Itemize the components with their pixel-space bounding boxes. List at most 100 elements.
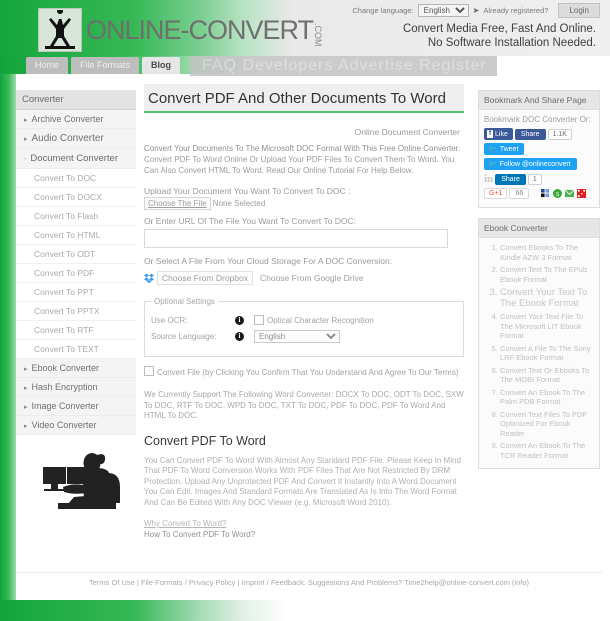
sidebar-subitem-convert-to-ppt[interactable]: Convert To PPT xyxy=(16,283,136,302)
tab-home[interactable]: Home xyxy=(26,57,69,74)
source-language-row: Source Language: i English xyxy=(151,330,457,343)
sidebar-item-video-converter[interactable]: ▸ Video Converter xyxy=(16,416,136,435)
minus-icon: - xyxy=(24,156,27,163)
facebook-like-button[interactable]: f Like xyxy=(484,128,513,140)
twitter-bird-icon: 🐦 xyxy=(488,146,497,153)
source-language-label: Source Language: xyxy=(151,332,217,341)
ocr-label: Use OCR: xyxy=(151,315,188,325)
help-links: Why Convert To Word? How To Convert PDF … xyxy=(144,518,464,540)
sidebar-item-document-converter[interactable]: - Document Converter xyxy=(16,149,136,169)
linkedin-row: in Share 1 xyxy=(484,173,594,185)
login-button[interactable]: Login xyxy=(558,3,600,18)
twitter-tweet-label: Tweet xyxy=(499,145,519,153)
twitter-tweet-button[interactable]: 🐦 Tweet xyxy=(484,143,525,155)
sidebar-item-label: Hash Encryption xyxy=(31,382,98,392)
language-select[interactable]: English xyxy=(417,4,469,17)
twitter-follow-button[interactable]: 🐦 Follow @onlineconvert xyxy=(484,158,577,170)
left-green-edge xyxy=(0,0,16,621)
linkedin-share-button[interactable]: Share xyxy=(495,173,526,185)
link-why-convert-to-word[interactable]: Why Convert To Word? xyxy=(144,518,464,529)
convert-file-label: Convert File (by Clicking You Confirm Th… xyxy=(157,368,459,377)
tagline-line-2: No Software Installation Needed. xyxy=(427,37,596,49)
sidebar-heading-converter: Converter xyxy=(16,90,136,110)
sidebar-item-label: Ebook Converter xyxy=(31,363,100,373)
page-title: Convert PDF And Other Documents To Word xyxy=(148,90,446,107)
url-input[interactable] xyxy=(144,229,448,248)
stumbleupon-icon[interactable]: S xyxy=(553,189,563,198)
list-item[interactable]: Convert Ebooks To The Kindle AZW 3 Forma… xyxy=(500,243,594,262)
go-arrow-icon[interactable]: ➤ xyxy=(473,6,480,15)
file-picker-row: Choose The File None Selected xyxy=(144,197,464,210)
twitter-follow-row: 🐦 Follow @onlineconvert xyxy=(484,158,594,170)
sidebar-subitem-convert-to-pptx[interactable]: Convert To PPTX xyxy=(16,302,136,321)
ocr-setting-row: Use OCR: i Optical Character Recognition xyxy=(151,315,457,325)
addthis-icon[interactable] xyxy=(541,189,550,198)
list-item[interactable]: Convert An Ebook To The TCR Reader Forma… xyxy=(500,441,594,460)
right-sidebar: Bookmark And Share Page Bookmark DOC Con… xyxy=(478,90,600,469)
chevron-right-icon: ▸ xyxy=(24,423,28,430)
misc-share-icons: S xyxy=(541,189,587,198)
logo-mark-icon xyxy=(38,8,82,52)
tagline-line-1: Convert Media Free, Fast And Online. xyxy=(402,23,596,35)
sidebar-item-hash-encryption[interactable]: ▸ Hash Encryption xyxy=(16,378,136,397)
sidebar-subitem-convert-to-flash[interactable]: Convert To Flash xyxy=(16,207,136,226)
twitter-follow-label: Follow @onlineconvert xyxy=(499,160,571,168)
sidebar-subitem-convert-to-pdf[interactable]: Convert To PDF xyxy=(16,264,136,283)
sidebar-item-label: Image Converter xyxy=(31,401,99,411)
page-title-band: Convert PDF And Other Documents To Word xyxy=(144,84,464,113)
sidebar-subitem-convert-to-html[interactable]: Convert To HTML xyxy=(16,226,136,245)
source-language-select[interactable]: English xyxy=(254,330,340,343)
choose-from-google-drive-button[interactable]: Choose From Google Drive xyxy=(256,272,367,284)
left-sidebar: Converter ▸ Archive Converter ▸ Audio Conv… xyxy=(16,90,136,517)
qr-code-icon[interactable] xyxy=(577,189,587,198)
site-logo[interactable]: ONLINE-CONVERT .COM xyxy=(38,8,323,52)
facebook-row: f Like Share 1.1K xyxy=(484,128,594,140)
convert-file-checkbox[interactable] xyxy=(144,366,154,376)
sidebar-subitem-convert-to-docx[interactable]: Convert To DOCX xyxy=(16,188,136,207)
footer-text[interactable]: Terms Of Use | File Formats / Privacy Po… xyxy=(16,573,602,587)
email-share-icon[interactable] xyxy=(565,189,575,198)
ocr-checkbox[interactable] xyxy=(254,315,264,325)
google-plus-button[interactable]: G+1 xyxy=(484,188,508,199)
site-footer: Terms Of Use | File Formats / Privacy Po… xyxy=(16,572,602,593)
tab-blog[interactable]: Blog xyxy=(142,57,181,74)
section-title-convert-pdf-to-word: Convert PDF To Word xyxy=(144,433,266,448)
footer-green-bar xyxy=(0,600,610,621)
info-icon[interactable]: i xyxy=(235,332,244,341)
list-item[interactable]: Convert Your Text To The Ebook Format xyxy=(500,287,594,309)
sidebar-item-archive-converter[interactable]: ▸ Archive Converter xyxy=(16,110,136,129)
tab-file-formats[interactable]: File Formats xyxy=(71,57,140,74)
ebook-converter-heading: Ebook Converter xyxy=(478,218,600,237)
list-item[interactable]: Convert Text To The EPub Ebook Format xyxy=(500,265,594,284)
chevron-right-icon: ▸ xyxy=(24,366,28,373)
link-how-to-convert-pdf-to-word[interactable]: How To Convert PDF To Word? xyxy=(144,529,464,540)
info-icon[interactable]: i xyxy=(235,315,244,325)
list-item[interactable]: Convert An Ebook To The Palm PDB Format xyxy=(500,388,594,407)
sidebar-subitem-convert-to-rtf[interactable]: Convert To RTF xyxy=(16,321,136,340)
sidebar-item-ebook-converter[interactable]: ▸ Ebook Converter xyxy=(16,359,136,378)
secondary-nav-links[interactable]: FAQ Developers Advertise Register xyxy=(190,56,497,77)
twitter-tweet-row: 🐦 Tweet xyxy=(484,143,594,155)
sidebar-item-image-converter[interactable]: ▸ Image Converter xyxy=(16,397,136,416)
chevron-right-icon: ▸ xyxy=(24,385,28,392)
choose-from-dropbox-button[interactable]: Choose From Dropbox xyxy=(157,271,253,285)
facebook-like-label: Like xyxy=(495,130,508,138)
sidebar-subitem-convert-to-text[interactable]: Convert To TEXT xyxy=(16,340,136,359)
upload-label: Upload Your Document You Want To Convert… xyxy=(144,186,351,196)
list-item[interactable]: Convert Your Text File To The Microsoft … xyxy=(500,312,594,341)
optional-settings-legend: Optional Settings xyxy=(154,297,215,306)
facebook-share-button[interactable]: Share xyxy=(514,128,546,140)
svg-text:S: S xyxy=(556,192,560,198)
linkedin-icon: in xyxy=(484,173,494,185)
list-item[interactable]: Convert A File To The Sony LRF Ebook For… xyxy=(500,344,594,363)
ebook-converter-list: Convert Ebooks To The Kindle AZW 3 Forma… xyxy=(484,243,594,460)
list-item[interactable]: Convert Text Or Ebooks To The MOBI Forma… xyxy=(500,366,594,385)
sidebar-subitem-convert-to-doc[interactable]: Convert To DOC xyxy=(16,169,136,188)
page-root: Change language: English ➤ Already regis… xyxy=(0,0,610,621)
page-description: Convert Your Documents To The Microsoft … xyxy=(144,143,464,176)
sidebar-item-audio-converter[interactable]: ▸ Audio Converter xyxy=(16,129,136,149)
choose-file-button[interactable]: Choose The File xyxy=(144,197,211,210)
list-item[interactable]: Convert Text Files To PDF Optimized For … xyxy=(500,410,594,439)
sidebar-subitem-convert-to-odt[interactable]: Convert To ODT xyxy=(16,245,136,264)
chevron-right-icon: ▸ xyxy=(24,117,28,124)
